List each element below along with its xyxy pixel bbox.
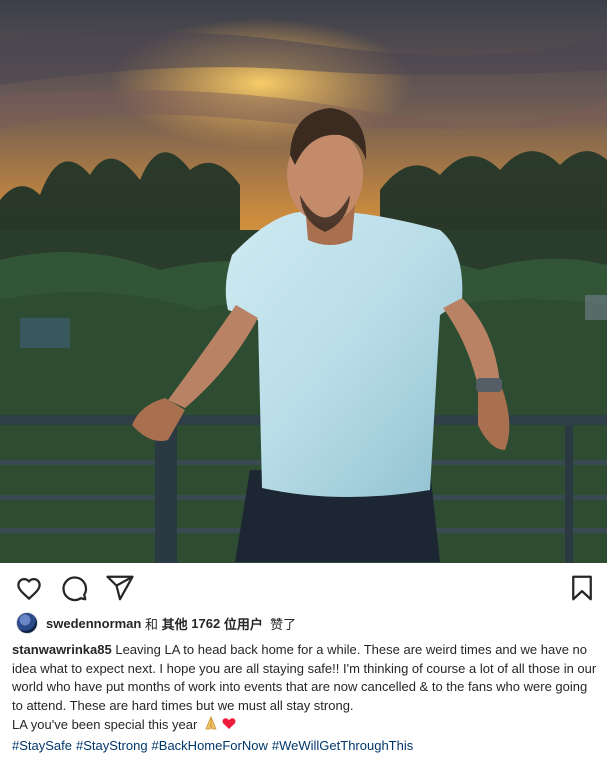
likes-liked-text: 赞了 [270,616,297,632]
comment-icon[interactable] [59,573,89,603]
post-caption: stanwawrinka85 Leaving LA to head back h… [12,641,600,755]
likes-summary: swedennorman 和 其他 1762 位用户 赞了 [16,612,296,634]
folded-hands-icon [203,715,219,737]
avatar[interactable] [16,612,38,634]
person-at-sunset-photo [0,0,607,563]
share-icon[interactable] [105,573,135,603]
caption-hashtags: #StaySafe #StayStrong #BackHomeForNow #WeWi… [12,737,600,756]
post-photo[interactable] [0,0,607,563]
caption-username[interactable]: stanwawrinka85 [12,642,112,657]
hashtag-link[interactable]: #StaySafe [12,738,72,753]
likes-and-text: 和 [144,616,158,632]
liker-username[interactable]: swedennorman [46,616,141,631]
caption-last-line: LA you've been special this year [12,715,600,737]
likes-others-text[interactable]: 其他 [162,614,188,633]
post-actions-bar [0,563,607,609]
likes-users-text[interactable]: 位用户 [224,614,263,633]
caption-last-line-text: LA you've been special this year [12,717,198,732]
hashtag-link[interactable]: #WeWillGetThroughThis [272,738,413,753]
heart-icon[interactable] [14,573,44,603]
hashtag-link[interactable]: #StayStrong [76,738,148,753]
red-heart-icon [221,715,237,737]
bookmark-icon[interactable] [567,573,597,603]
likes-count[interactable]: 1762 [191,616,220,631]
hashtag-link[interactable]: #BackHomeForNow [152,738,268,753]
